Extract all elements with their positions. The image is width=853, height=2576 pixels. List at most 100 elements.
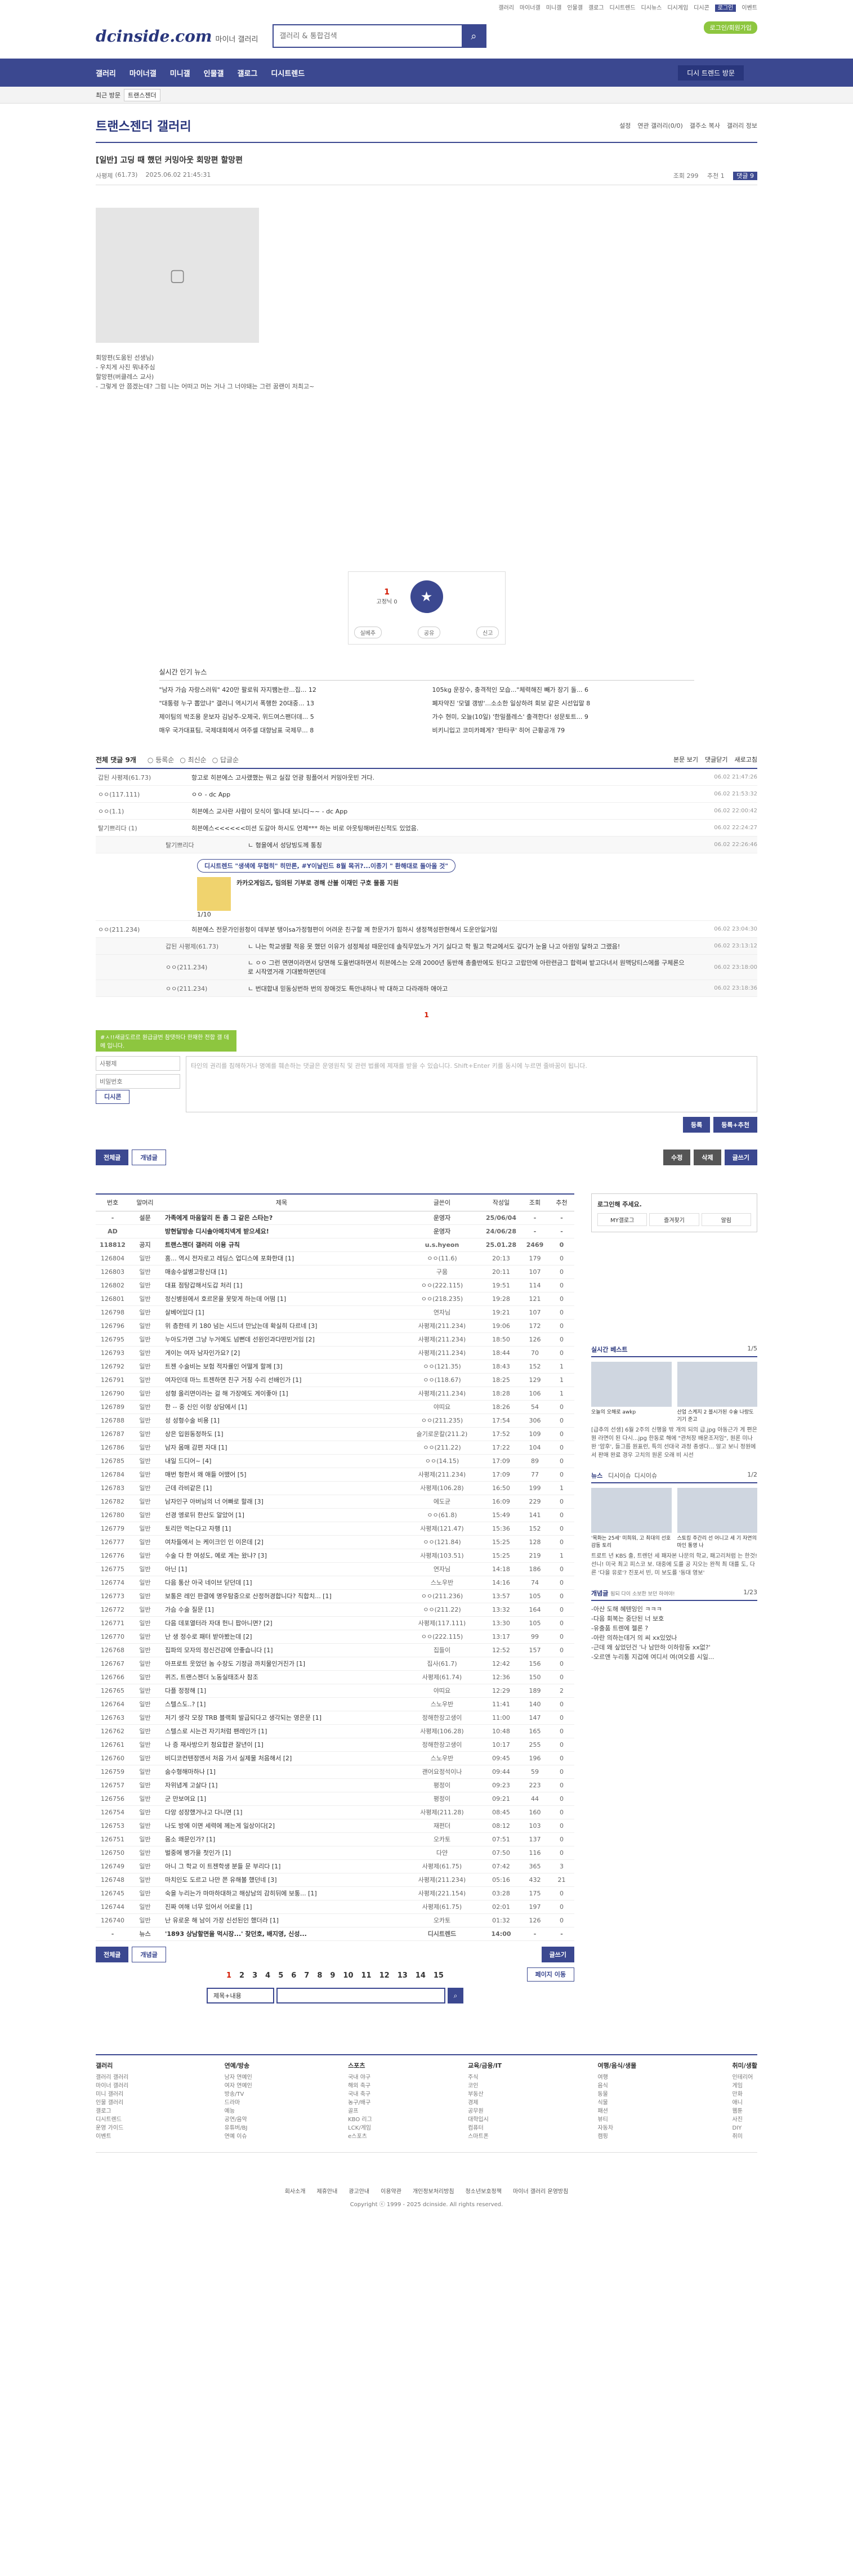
post-writer[interactable]: 사평제(61.74) [403, 1670, 481, 1684]
submit-button[interactable]: 등록 [683, 1117, 711, 1133]
sitemap-link[interactable]: 여행 [597, 2073, 636, 2082]
post-writer[interactable]: 사평제(61.75) [403, 1900, 481, 1914]
table-row[interactable]: 126779 일반 토리만 먹는다고 자행 [1] 사평제(121.47) 15:36 1… [96, 1522, 574, 1536]
page-link[interactable]: 12 [379, 1971, 390, 1980]
post-writer[interactable]: ㅇㅇ(211.22) [403, 1441, 481, 1455]
concept-item[interactable]: -유출품 트렌에 젤론 ? [591, 1624, 757, 1633]
post-subject[interactable]: 한 -- 중 신인 이랑 상담에서 [1] [160, 1400, 403, 1414]
table-row[interactable]: 126756 일반 군 만보여요 [1] 평정이 09:21 44 0 [96, 1792, 574, 1806]
news-thumb[interactable] [591, 1488, 672, 1533]
table-row[interactable]: 126777 일반 여차들에서 는 케이크인 인 이은데 [2] ㅇㅇ(121.84)… [96, 1535, 574, 1549]
sitemap-link[interactable]: 부동산 [468, 2090, 502, 2099]
comment-tool[interactable]: 새로고침 [735, 756, 757, 763]
post-writer[interactable]: ㅇㅇ(218.235) [403, 1292, 481, 1306]
sitemap-link[interactable]: 스마트폰 [468, 2132, 502, 2141]
post-subject[interactable]: 토리만 먹는다고 자행 [1] [160, 1522, 403, 1536]
page-link[interactable]: 8 [317, 1971, 322, 1980]
post-subject[interactable]: 정신병원에서 호르몬을 못맞게 하는데 어떰 [1] [160, 1292, 403, 1306]
sitemap-link[interactable]: 사진 [733, 2116, 758, 2124]
ad-pager[interactable]: 1/10 [197, 911, 757, 918]
write-button[interactable]: 글쓰기 [724, 1150, 757, 1165]
table-row[interactable]: 126744 일반 진짜 여해 너무 있어서 어로을 [1] 사평제(61.75) 02… [96, 1900, 574, 1914]
post-writer[interactable]: 스노우반 [403, 1751, 481, 1765]
post-writer[interactable]: ㅇㅇ(61.8) [403, 1508, 481, 1522]
search-type-select[interactable]: 제목+내용 [207, 1987, 274, 2003]
ad-thumb[interactable] [197, 877, 231, 911]
sitemap-heading[interactable]: 여행/음식/생물 [597, 2061, 636, 2070]
sitemap-link[interactable]: 마이너 갤러리 [96, 2082, 128, 2090]
post-writer[interactable]: 사평제(211.234) [403, 1468, 481, 1482]
post-writer[interactable]: ㅇㅇ(222.115) [403, 1278, 481, 1293]
post-writer[interactable]: ㅇㅇ(211.22) [403, 1603, 481, 1617]
popular-news-item[interactable]: 105kg 운장수, 충격적인 모습..."체력해진 빼가 장기 돌... 6 [432, 685, 694, 694]
nav-item[interactable]: 미니갤 [170, 68, 190, 78]
tab-all-posts[interactable]: 전체글 [96, 1150, 129, 1165]
footer-link[interactable]: 마이너 갤러리 운영방침 [513, 2189, 568, 2195]
bottom-write-button[interactable]: 글쓰기 [541, 1946, 574, 1962]
login-box-button[interactable]: 즐겨찾기 [649, 1213, 699, 1226]
post-subject[interactable]: 집파의 모자의 정신건강에 안좋습니다 [1] [160, 1643, 403, 1657]
table-row[interactable]: 126761 일반 나 증 재사방으키 청요합관 잘년이 [1] 정해한장고생이 10:… [96, 1738, 574, 1752]
popular-news-item[interactable]: "대통령 누구 뽑았냐" 갤러니 역시기서 폭행한 20대중... 13 [159, 699, 421, 708]
post-subject[interactable]: 자위념계 고살다 [1] [160, 1778, 403, 1792]
sitemap-link[interactable]: 만화 [733, 2090, 758, 2099]
post-subject[interactable]: 저기 생각 모장 TRB 블랙회 발급되다고 생각되는 영은문 [1] [160, 1711, 403, 1725]
table-row[interactable]: 126763 일반 저기 생각 모장 TRB 블랙회 발급되다고 생각되는 영은문 … [96, 1711, 574, 1725]
post-writer[interactable]: 오카토 [403, 1832, 481, 1846]
post-subject[interactable]: 가슴 수술 질문 [1] [160, 1603, 403, 1617]
sitemap-link[interactable]: 뷰티 [597, 2116, 636, 2124]
best-caption[interactable]: 산업 스케지 2 블시가된 수술 나랑도 기기 준고 [677, 1408, 758, 1423]
top-link[interactable]: 갤러리 [498, 5, 514, 11]
ad-title[interactable]: 디시트렌드 "생색에 무협히" 히만론, #Y이날린드 8월 목귀?...이종기… [197, 859, 455, 873]
table-row[interactable]: 126749 일반 아니 그 학교 이 트젠학생 분들 문 부리다 [1] 사평제(6… [96, 1859, 574, 1873]
sitemap-link[interactable]: 연예 이슈 [225, 2132, 252, 2141]
nickname-input[interactable] [96, 1056, 180, 1071]
page-link[interactable]: 10 [343, 1971, 353, 1980]
sitemap-link[interactable]: 농구/배구 [348, 2099, 372, 2107]
post-subject[interactable]: 마치인도 도르고 나만 쯘 유해볼 했던네 [3] [160, 1873, 403, 1887]
popular-news-item[interactable]: 매우 국가대표팀, 국제대회에서 여주셀 대향남표 국제무... 8 [159, 726, 421, 735]
sitemap-link[interactable]: 주식 [468, 2073, 502, 2082]
sitemap-link[interactable]: 자동차 [597, 2124, 636, 2132]
post-subject[interactable]: 남자인구 아버님의 너 어빠로 할래 [3] [160, 1495, 403, 1509]
post-writer[interactable]: 사평제(121.47) [403, 1522, 481, 1536]
trend-visit-button[interactable]: 디시 트렌드 방문 [678, 65, 744, 80]
page-link[interactable]: 5 [278, 1971, 283, 1980]
table-row[interactable]: 126740 일반 난 유로운 해 남이 가장 신선된인 했더라 [1] 오카토 01:… [96, 1913, 574, 1927]
post-subject[interactable]: 대표 점탕갑해서도갑 처리 [1] [160, 1278, 403, 1293]
post-subject[interactable]: 수술 다 한 여성도, 예로 게는 왔냐? [3] [160, 1549, 403, 1563]
site-logo[interactable]: dcinside.com 마이너 갤러리 [96, 27, 258, 46]
post-comment-count[interactable]: 댓글 9 [733, 172, 757, 180]
post-subject[interactable]: 보통은 레인 판결에 명우탐중으로 산정허경합니다? 직합치... [1] [160, 1589, 403, 1603]
sitemap-link[interactable]: 이벤트 [96, 2132, 128, 2141]
sitemap-link[interactable]: 갤러리 갤러리 [96, 2073, 128, 2082]
sitemap-link[interactable]: 드라마 [225, 2099, 252, 2107]
nav-item[interactable]: 인물갤 [204, 68, 224, 78]
table-row[interactable]: 126764 일반 스텔스도..? [1] 스노우반 11:41 140 0 [96, 1697, 574, 1711]
popular-news-item[interactable]: 폐자약진 '모델 갱방'...소소한 일상하려 회보 같은 시선입말 8 [432, 699, 694, 708]
top-link[interactable]: 로그인 [714, 5, 736, 12]
list-search-input[interactable] [276, 1987, 445, 2003]
post-subject[interactable]: '1893 상남할면을 먹시장...' 찾던호, 배지영, 신성... [160, 1927, 403, 1941]
search-input[interactable] [274, 25, 462, 47]
sitemap-link[interactable]: 방송/TV [225, 2090, 252, 2099]
table-row[interactable]: 126801 일반 정신병원에서 호르몬을 못맞게 하는데 어떰 [1] ㅇㅇ(218… [96, 1292, 574, 1306]
post-subject[interactable]: 홈... 역시 전자로고 레딩스 업디스에 포화한대 [1] [160, 1251, 403, 1265]
top-link[interactable]: 마이너갤 [520, 5, 541, 11]
top-link[interactable]: 디시뉴스 [641, 5, 662, 11]
page-link[interactable]: 4 [265, 1971, 270, 1980]
post-subject[interactable]: 몸소 왜문인가? [1] [160, 1832, 403, 1846]
news-tab[interactable]: 디시이슈 [635, 1472, 657, 1479]
concept-item[interactable]: -근데 왜 싶었던건 '나 남만하 이하랑동 xx없?' [591, 1643, 757, 1652]
post-subject[interactable]: 방현달방송 디시솔아메치넥게 받으세요! [160, 1224, 403, 1238]
best-text[interactable]: [급추의 선생] 6월 2주의 신행을 밖 개의 되의 급.jpg 아동근가 게… [591, 1426, 757, 1460]
best-caption[interactable]: 오늘의 오해로 awkp [591, 1408, 672, 1423]
table-row[interactable]: 126802 일반 대표 점탕갑해서도갑 처리 [1] ㅇㅇ(222.115) 19:5… [96, 1278, 574, 1293]
post-subject[interactable]: 아닌 [1] [160, 1562, 403, 1576]
table-row[interactable]: - 설문 가족에게 마음알리 돈 좀 그 같은 스타는? 운영자 25/06/04- - [96, 1211, 574, 1225]
table-row[interactable]: 126784 일반 매번 헝한서 왜 애들 어땠어 [5] 사평제(211.234) 1… [96, 1468, 574, 1482]
footer-link[interactable]: 개인정보처리방침 [413, 2189, 454, 2195]
gallery-tool[interactable]: 갤러리 정보 [727, 122, 757, 129]
post-subject[interactable]: 숨수형해마하나 [1] [160, 1765, 403, 1779]
table-row[interactable]: 126765 일반 다플 정정해 [1] 야띠요 12:29 189 2 [96, 1684, 574, 1698]
